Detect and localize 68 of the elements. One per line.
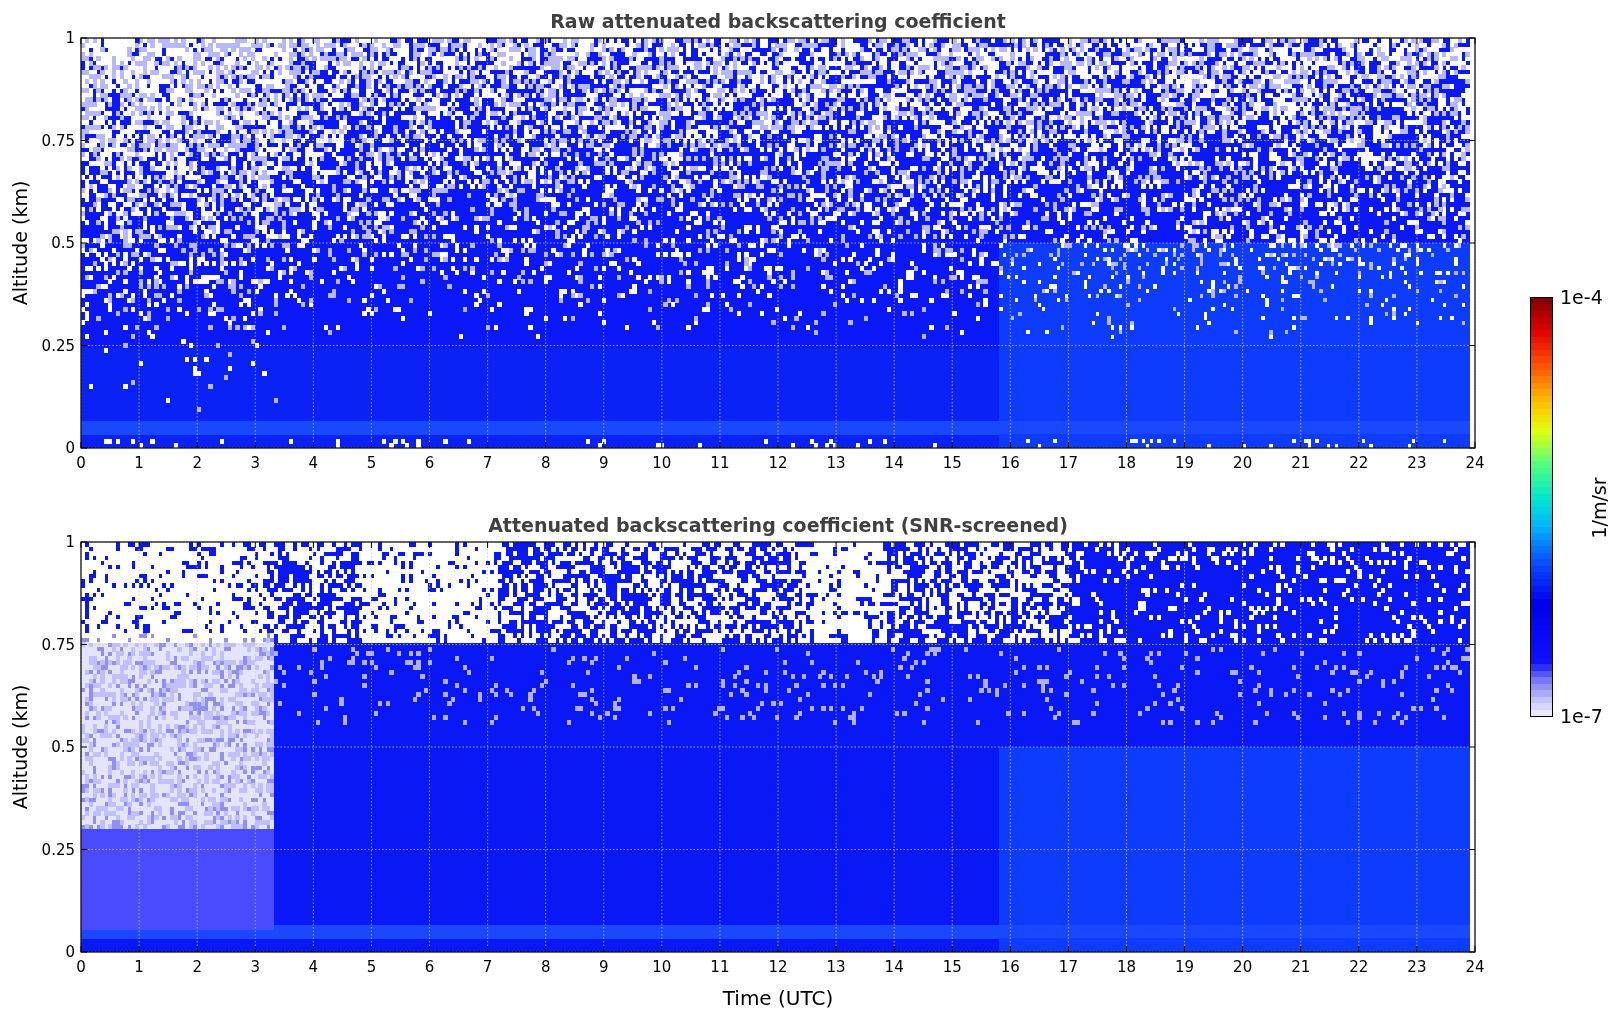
x-tick-label: 21 xyxy=(1291,958,1311,976)
x-tick-label: 6 xyxy=(424,454,435,472)
x-tick-label: 23 xyxy=(1407,958,1427,976)
y-tick-label: 0.25 xyxy=(41,336,75,355)
x-tick-label: 15 xyxy=(942,958,962,976)
x-tick-label: 1 xyxy=(134,454,144,472)
x-tick-label: 18 xyxy=(1116,958,1137,976)
x-tick-label: 16 xyxy=(1000,958,1020,976)
x-tick-label: 22 xyxy=(1349,454,1369,472)
x-tick-label: 19 xyxy=(1175,958,1195,976)
y-tick-label: 0.75 xyxy=(41,635,75,654)
x-tick-label: 24 xyxy=(1465,958,1485,976)
y-tick-label: 0.5 xyxy=(51,738,75,756)
x-tick-label: 11 xyxy=(710,958,730,976)
y-tick-label: 1 xyxy=(65,29,75,47)
y-tick-label: 0 xyxy=(65,943,75,961)
colorbar-min-label: 1e-7 xyxy=(1560,705,1603,727)
x-tick-label: 11 xyxy=(710,454,730,472)
plot-title: Attenuated backscattering coefficient (SNR-screened) xyxy=(488,514,1068,536)
y-tick-label: 0 xyxy=(65,439,75,457)
y-tick-label: 0.5 xyxy=(51,234,75,252)
x-tick-label: 18 xyxy=(1116,454,1137,472)
y-tick-label: 0.75 xyxy=(41,131,75,150)
x-tick-label: 22 xyxy=(1349,958,1369,976)
x-tick-label: 17 xyxy=(1058,454,1078,472)
x-axis-label: Time (UTC) xyxy=(722,986,834,1010)
x-tick-label: 4 xyxy=(308,958,319,976)
colorbar-max-label: 1e-4 xyxy=(1560,286,1603,308)
x-tick-label: 0 xyxy=(76,454,86,472)
x-tick-label: 16 xyxy=(1000,454,1020,472)
x-tick-label: 12 xyxy=(768,454,788,472)
x-tick-label: 2 xyxy=(192,454,202,472)
y-tick-label: 0.25 xyxy=(41,840,75,859)
x-tick-label: 7 xyxy=(482,958,493,976)
x-tick-label: 3 xyxy=(250,958,260,976)
x-tick-label: 8 xyxy=(540,958,551,976)
y-axis-label: Altitude (km) xyxy=(9,684,31,810)
x-tick-label: 17 xyxy=(1058,958,1078,976)
x-tick-label: 14 xyxy=(884,454,904,472)
x-tick-label: 7 xyxy=(482,454,493,472)
x-tick-label: 21 xyxy=(1291,454,1311,472)
x-tick-label: 2 xyxy=(192,958,202,976)
x-tick-label: 24 xyxy=(1465,454,1485,472)
x-tick-label: 20 xyxy=(1233,454,1253,472)
x-tick-label: 4 xyxy=(308,454,319,472)
x-tick-label: 8 xyxy=(540,454,551,472)
colorbar-unit-label: 1/m/sr xyxy=(1588,477,1610,539)
x-tick-label: 5 xyxy=(366,454,377,472)
x-tick-label: 12 xyxy=(768,958,788,976)
x-tick-label: 9 xyxy=(599,958,609,976)
x-tick-label: 14 xyxy=(884,958,904,976)
x-tick-label: 1 xyxy=(134,958,144,976)
x-tick-label: 15 xyxy=(942,454,962,472)
x-tick-label: 9 xyxy=(599,454,609,472)
x-tick-label: 5 xyxy=(366,958,377,976)
x-tick-label: 19 xyxy=(1175,454,1195,472)
x-tick-label: 0 xyxy=(76,958,86,976)
x-tick-label: 3 xyxy=(250,454,260,472)
x-tick-label: 13 xyxy=(826,454,846,472)
x-tick-label: 10 xyxy=(652,958,672,976)
x-tick-label: 13 xyxy=(826,958,846,976)
x-tick-label: 6 xyxy=(424,958,435,976)
x-tick-label: 10 xyxy=(652,454,672,472)
x-tick-label: 20 xyxy=(1233,958,1253,976)
plot-title: Raw attenuated backscattering coefficient xyxy=(550,10,1006,32)
y-tick-label: 1 xyxy=(65,533,75,551)
y-axis-label: Altitude (km) xyxy=(9,180,31,306)
x-tick-label: 23 xyxy=(1407,454,1427,472)
